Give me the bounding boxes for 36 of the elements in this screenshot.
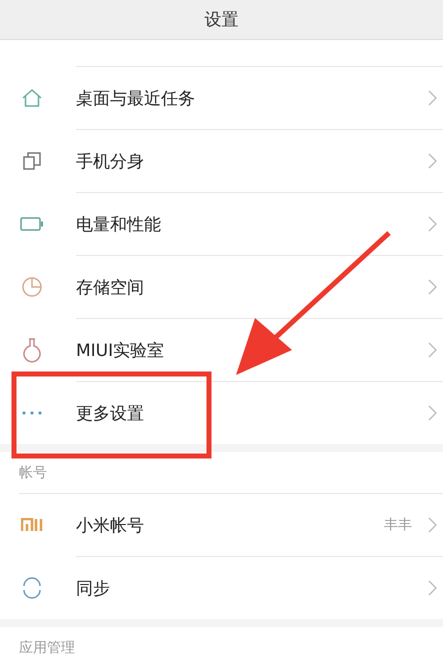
chevron-icon — [428, 279, 437, 295]
row-value: 丰丰 — [384, 516, 412, 534]
section-heading: 应用管理 — [19, 638, 75, 656]
settings-row[interactable]: 桌面与最近任务 — [0, 67, 443, 129]
section-heading: 帐号 — [19, 464, 47, 482]
chevron-icon — [428, 517, 437, 533]
row-label: 同步 — [76, 578, 111, 600]
row-label: MIUI实验室 — [76, 340, 166, 362]
more-icon — [21, 411, 43, 415]
settings-row[interactable]: 电量和性能 — [0, 193, 443, 255]
chevron-icon — [428, 153, 437, 169]
row-label: 手机分身 — [76, 150, 145, 172]
pie-chart-icon — [21, 276, 43, 298]
chevron-icon — [428, 580, 437, 596]
clone-icon — [22, 151, 42, 171]
settings-row[interactable]: 更多设置 — [0, 382, 443, 444]
settings-row[interactable]: 同步 — [0, 557, 443, 619]
chevron-icon — [428, 216, 437, 232]
logo-icon — [21, 518, 43, 532]
row-label: 电量和性能 — [76, 214, 162, 236]
sync-icon — [21, 577, 43, 599]
chevron-icon — [428, 342, 437, 358]
chevron-icon — [428, 405, 437, 421]
flask-icon — [22, 337, 42, 363]
row-label: 存储空间 — [76, 276, 145, 298]
row-label: 桌面与最近任务 — [76, 88, 196, 110]
row-label: 更多设置 — [76, 402, 145, 424]
settings-row[interactable]: MIUI实验室 — [0, 319, 443, 381]
chevron-icon — [428, 90, 437, 106]
settings-row[interactable]: 小米帐号 丰丰 — [0, 494, 443, 556]
settings-row[interactable]: 手机分身 — [0, 130, 443, 192]
settings-row[interactable]: 存储空间 — [0, 256, 443, 318]
row-label: 小米帐号 — [76, 514, 145, 536]
battery-icon — [20, 217, 44, 231]
page-title: 设置 — [204, 9, 238, 31]
home-icon — [21, 88, 43, 108]
